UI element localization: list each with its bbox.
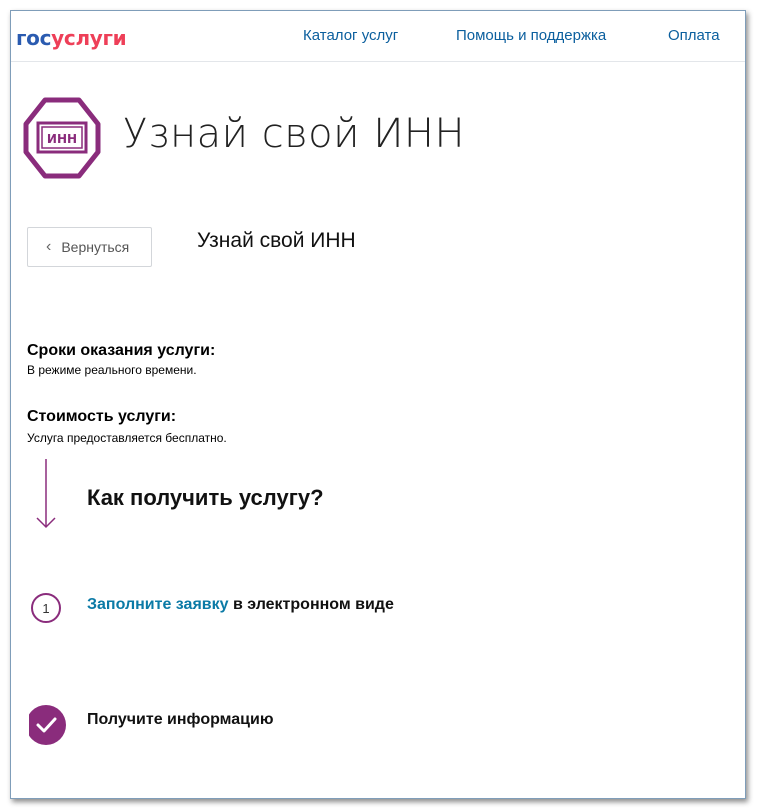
terms-value: В режиме реального времени. (27, 363, 197, 377)
logo-gos: гос (16, 26, 52, 50)
nav-payment[interactable]: Оплата (668, 27, 720, 44)
inn-badge-text: ИНН (47, 132, 77, 146)
terms-label: Сроки оказания услуги: (27, 342, 216, 359)
browser-frame: госуслуги Каталог услуг Помощь и поддерж… (10, 10, 746, 799)
logo-uslugi: услуги (51, 26, 127, 50)
steps-timeline: 1 (29, 592, 73, 750)
inn-service-icon: ИНН (23, 97, 101, 179)
back-button[interactable]: ‹ Вернуться (27, 227, 152, 267)
gosuslugi-logo[interactable]: госуслуги (16, 26, 127, 50)
fill-application-link[interactable]: Заполните заявку (87, 596, 229, 613)
page-title: Узнай свой ИНН (123, 111, 466, 157)
cost-value: Услуга предоставляется бесплатно. (27, 431, 227, 445)
step-1-rest: в электронном виде (228, 596, 394, 613)
site-header: госуслуги Каталог услуг Помощь и поддерж… (11, 11, 745, 62)
step-2: Получите информацию (87, 711, 274, 728)
cost-label: Стоимость услуги: (27, 408, 177, 425)
step-1-number: 1 (42, 601, 49, 616)
nav-help[interactable]: Помощь и поддержка (456, 27, 606, 44)
how-to-title: Как получить услугу? (87, 485, 324, 510)
back-button-label: Вернуться (61, 239, 130, 255)
chevron-left-icon: ‹ (46, 238, 52, 255)
nav-catalog[interactable]: Каталог услуг (303, 27, 398, 44)
service-subtitle: Узнай свой ИНН (197, 229, 356, 252)
step-1: Заполните заявку в электронном виде (87, 596, 394, 614)
arrow-down-icon (35, 459, 57, 531)
